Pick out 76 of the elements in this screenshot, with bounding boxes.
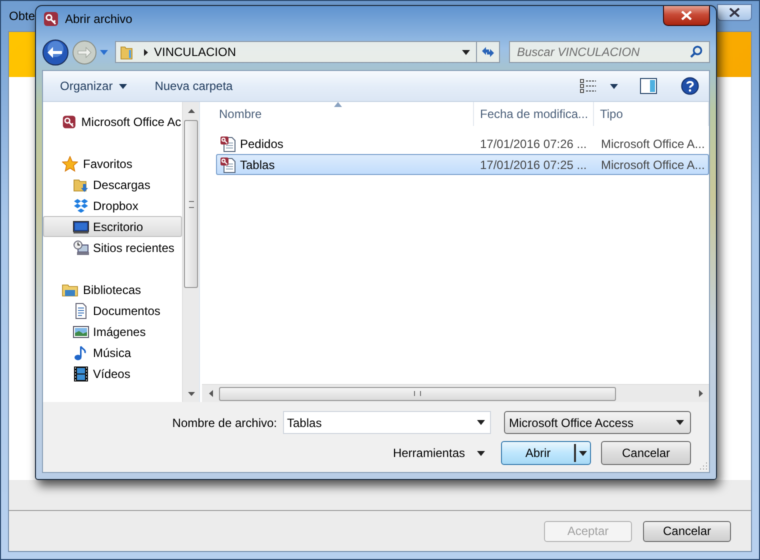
library-folder-icon <box>62 282 78 298</box>
open-button[interactable]: Abrir <box>501 441 591 465</box>
history-caret-icon[interactable] <box>100 50 108 54</box>
key-file-icon <box>220 136 236 152</box>
cancel-button[interactable]: Cancelar <box>643 520 731 542</box>
monitor-icon <box>73 218 89 234</box>
new-folder-button[interactable]: Nueva carpeta <box>148 74 240 98</box>
chevron-icon <box>144 48 148 56</box>
organize-menu[interactable]: Organizar <box>53 74 134 98</box>
caret-icon <box>118 84 127 88</box>
key-app-icon <box>62 114 76 130</box>
sidebar-item[interactable]: Dropbox <box>43 195 182 216</box>
column-header[interactable]: Fecha de modifica... <box>474 102 594 126</box>
cancel-button[interactable]: Cancelar <box>601 441 691 465</box>
list-view-icon[interactable] <box>580 79 596 93</box>
caret-icon <box>477 450 485 456</box>
filename-field[interactable]: Tablas <box>283 411 491 434</box>
sidebar-item[interactable]: Sitios recientes <box>43 237 182 258</box>
caret-icon <box>676 420 684 425</box>
sidebar-item[interactable]: Microsoft Office Ac <box>43 111 182 132</box>
landscape-icon <box>73 324 89 340</box>
file-type-dropdown[interactable]: Microsoft Office Access <box>504 411 691 434</box>
sidebar-item[interactable]: Vídeos <box>43 363 182 384</box>
caret-icon <box>579 450 587 456</box>
column-header[interactable]: Nombre <box>202 102 474 126</box>
horizontal-scrollbar[interactable] <box>202 384 709 402</box>
dialog-title: Abrir archivo <box>65 12 132 26</box>
file-type: Microsoft Office A... <box>600 136 706 150</box>
close-icon <box>729 8 740 17</box>
close-icon <box>681 11 692 20</box>
film-strip-icon <box>73 366 89 382</box>
close-button[interactable] <box>717 4 752 21</box>
sidebar-item[interactable]: Descargas <box>43 174 182 195</box>
caret-icon[interactable] <box>610 84 618 88</box>
back-button[interactable] <box>42 38 69 66</box>
vertical-scrollbar[interactable] <box>182 102 199 402</box>
address-bar[interactable]: VINCULACION <box>114 41 500 63</box>
key-file-icon <box>220 156 236 172</box>
scroll-up-icon[interactable] <box>188 108 195 112</box>
sidebar-item[interactable]: Favoritos <box>43 153 182 174</box>
recent-places-icon <box>73 240 89 256</box>
document-icon <box>73 302 89 318</box>
close-button[interactable] <box>663 6 710 26</box>
help-icon[interactable] <box>681 77 699 95</box>
search-icon <box>690 45 703 58</box>
scroll-right-icon[interactable] <box>698 390 702 397</box>
tools-menu[interactable]: Herramientas <box>392 442 491 464</box>
file-name: Tablas <box>240 158 275 172</box>
column-header[interactable]: Tipo <box>594 102 709 126</box>
sidebar-item[interactable]: Música <box>43 342 182 363</box>
file-row[interactable]: Tablas 17/01/2016 07:25 ... Microsoft Office A... <box>216 154 709 175</box>
key-app-icon <box>43 11 59 27</box>
refresh-icon[interactable] <box>481 45 495 59</box>
star-icon <box>62 156 78 172</box>
resize-grip-icon[interactable] <box>699 462 708 471</box>
field-label: Nombre de archivo: <box>172 416 277 430</box>
search-field[interactable]: Buscar VINCULACION <box>509 41 710 63</box>
file-date: 17/01/2016 07:25 ... <box>479 158 588 172</box>
music-note-icon <box>73 344 89 360</box>
caret-icon <box>462 50 470 54</box>
sidebar-item[interactable]: Bibliotecas <box>43 279 182 300</box>
folder-icon <box>120 44 134 60</box>
window-title: Obte <box>9 9 36 23</box>
scroll-down-icon[interactable] <box>188 392 195 396</box>
download-folder-icon <box>73 176 89 192</box>
file-type: Microsoft Office A... <box>600 158 706 172</box>
sidebar-item[interactable]: Escritorio <box>43 216 182 237</box>
file-name: Pedidos <box>240 136 284 150</box>
diamonds-icon <box>73 198 89 214</box>
sidebar-item[interactable]: Imágenes <box>43 321 182 342</box>
file-date: 17/01/2016 07:26 ... <box>479 136 588 150</box>
scroll-left-icon[interactable] <box>208 390 212 397</box>
file-row[interactable]: Pedidos 17/01/2016 07:26 ... Microsoft Office A... <box>216 133 709 154</box>
caret-icon <box>477 420 485 425</box>
sidebar-item[interactable]: Documentos <box>43 300 182 321</box>
preview-pane-icon[interactable] <box>640 78 657 94</box>
